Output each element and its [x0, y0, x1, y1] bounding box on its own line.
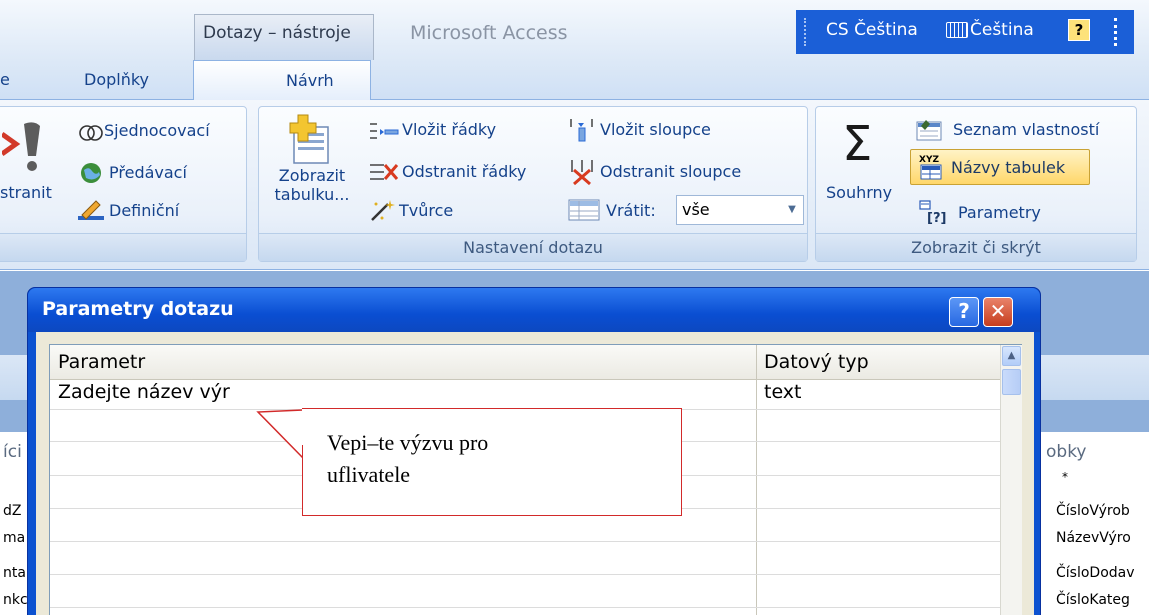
callout-box: Vepi–te výzvu pro uflivatele	[302, 408, 682, 516]
parameter-cell[interactable]: Zadejte název výr	[58, 381, 230, 403]
property-sheet-icon	[916, 120, 942, 141]
callout-text: Vepi–te výzvu pro uflivatele	[327, 427, 667, 491]
pencil-ruler-icon	[78, 200, 104, 220]
grid-row-line	[50, 607, 1000, 608]
language-bar-options[interactable]	[1114, 18, 1118, 46]
delete-rows-button[interactable]: Odstranit řádky	[402, 162, 526, 181]
delete-query-icon	[2, 122, 40, 171]
right-field-all[interactable]: *	[1062, 470, 1068, 484]
definition-button[interactable]: Definiční	[109, 201, 179, 220]
totals-sigma-icon: Σ	[842, 116, 873, 172]
callout-line-2: uflivatele	[327, 462, 411, 487]
passthrough-button[interactable]: Předávací	[109, 163, 187, 182]
delete-columns-icon	[571, 160, 593, 186]
left-field-3[interactable]: nta	[3, 565, 26, 581]
keyboard-icon	[946, 22, 968, 38]
language-help-button[interactable]: ?	[1068, 19, 1090, 41]
tab-partial[interactable]: e	[0, 70, 10, 89]
callout-pointer-join	[302, 409, 304, 445]
left-field-1[interactable]: dZ	[3, 503, 21, 519]
union-icon	[79, 125, 103, 141]
language-bar: CS Čeština Čeština ?	[796, 10, 1134, 54]
property-sheet-button[interactable]: Seznam vlastností	[953, 120, 1099, 139]
grid-row-line	[50, 541, 1000, 542]
insert-columns-icon	[570, 119, 593, 142]
left-field-4[interactable]: nkc	[3, 592, 28, 608]
context-tab-label: Dotazy – nástroje	[203, 23, 351, 43]
svg-text:XYZ: XYZ	[919, 155, 939, 165]
delete-rows-icon	[370, 164, 399, 180]
keyboard-layout-button[interactable]: Čeština	[970, 20, 1034, 40]
dialog-help-button[interactable]: ?	[949, 297, 979, 327]
group-query-type-label	[0, 233, 246, 261]
scroll-thumb[interactable]	[1002, 369, 1021, 395]
right-field-1[interactable]: ČísloVýrob	[1056, 503, 1130, 519]
table-names-label: Názvy tabulek	[951, 158, 1066, 177]
scroll-up-arrow-icon[interactable]: ▲	[1002, 346, 1021, 366]
callout-line-1: Vepi–te výzvu pro	[327, 430, 489, 455]
grid-row-line	[50, 574, 1000, 575]
column-header-parameter[interactable]: Parametr	[50, 345, 756, 380]
dialog-title-bar[interactable]: Parametry dotazu ? ✕	[28, 288, 1040, 332]
data-type-cell[interactable]: text	[764, 381, 802, 403]
tab-design[interactable]: Návrh	[193, 60, 371, 101]
language-bar-grip[interactable]	[804, 18, 806, 46]
group-show-hide-label: Zobrazit či skrýt	[816, 233, 1136, 261]
tab-design-label: Návrh	[286, 71, 334, 90]
delete-columns-button[interactable]: Odstranit sloupce	[600, 162, 741, 181]
tab-addins[interactable]: Doplňky	[84, 70, 149, 89]
show-table-icon	[289, 114, 329, 164]
return-value: vše	[682, 200, 710, 219]
builder-wand-icon	[371, 200, 395, 221]
access-window: Dotazy – nástroje Microsoft Access CS Če…	[0, 0, 1149, 615]
return-combobox[interactable]: vše ▼	[676, 195, 804, 225]
return-icon	[568, 199, 600, 221]
left-table-title: íci	[3, 442, 22, 462]
table-names-icon: XYZ	[919, 155, 942, 180]
chevron-down-icon[interactable]: ▼	[781, 196, 803, 224]
show-table-button[interactable]: Zobrazit tabulku...	[266, 166, 358, 204]
builder-button[interactable]: Tvůrce	[399, 201, 453, 220]
insert-columns-button[interactable]: Vložit sloupce	[600, 120, 711, 139]
return-label: Vrátit:	[606, 201, 656, 220]
group-query-setup-label: Nastavení dotazu	[259, 233, 807, 261]
insert-rows-button[interactable]: Vložit řádky	[402, 120, 496, 139]
dialog-title: Parametry dotazu	[42, 298, 234, 320]
union-button[interactable]: Sjednocovací	[104, 121, 210, 140]
svg-text:[?]: [?]	[927, 211, 946, 224]
parameters-icon: [?]	[919, 200, 946, 224]
ribbon-tab-row	[0, 60, 1149, 100]
globe-icon	[81, 163, 101, 183]
insert-rows-icon	[370, 123, 399, 139]
right-table-title: obky	[1046, 442, 1087, 462]
dialog-close-button[interactable]: ✕	[983, 297, 1013, 327]
left-field-2[interactable]: ma	[3, 530, 25, 546]
right-field-4[interactable]: ČísloKateg	[1056, 592, 1130, 608]
show-table-label-1: Zobrazit	[278, 166, 346, 185]
parameters-button[interactable]: Parametry	[958, 203, 1041, 222]
totals-button[interactable]: Souhrny	[826, 183, 892, 202]
app-title: Microsoft Access	[410, 22, 568, 44]
right-field-3[interactable]: ČísloDodav	[1056, 565, 1135, 581]
right-field-2[interactable]: NázevVýro	[1056, 530, 1131, 546]
delete-button-label[interactable]: stranit	[0, 183, 52, 202]
show-table-label-2: tabulku...	[274, 185, 350, 204]
column-header-data-type[interactable]: Datový typ	[756, 345, 1000, 380]
grid-scrollbar[interactable]: ▲	[1000, 345, 1022, 615]
input-language-button[interactable]: CS Čeština	[826, 20, 918, 40]
